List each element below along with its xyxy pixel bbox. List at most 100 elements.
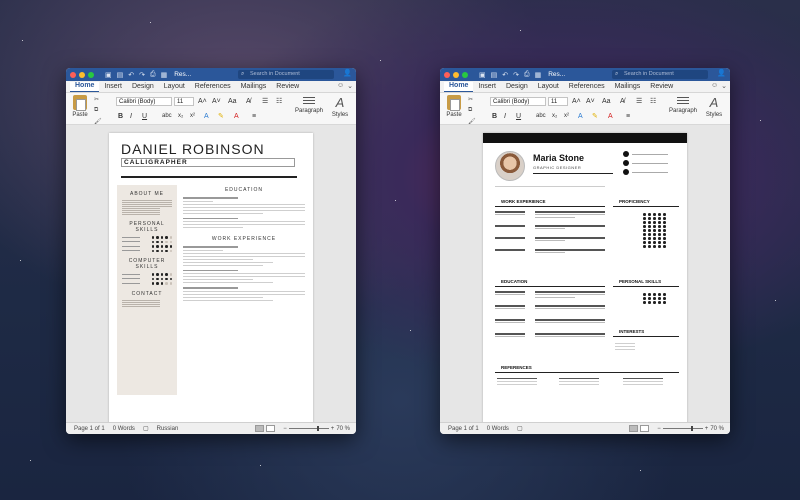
tab-home[interactable]: Home [444,82,474,92]
font-color-icon[interactable]: A [608,112,613,121]
tab-references[interactable]: References [564,83,610,92]
underline-button[interactable]: U [142,112,147,121]
resume-page[interactable]: DANIEL ROBINSON CALLIGRAPHER ABOUT ME PE… [109,133,313,433]
styles-button[interactable]: A Styles [702,96,726,118]
tab-insert[interactable]: Insert [473,83,501,92]
tab-design[interactable]: Design [501,83,533,92]
zoom-level[interactable]: 70 % [710,426,724,432]
copy-icon[interactable]: ⧉ [94,107,102,114]
chevron-down-icon[interactable]: ⌄ [347,82,353,90]
zoom-in-button[interactable]: + [331,426,335,432]
minimize-window-button[interactable] [79,71,85,78]
cut-icon[interactable]: ✂ [94,96,102,103]
paste-button[interactable]: Paste [444,95,464,118]
grow-font-icon[interactable]: A˄ [198,97,207,106]
zoom-window-button[interactable] [462,71,468,78]
italic-button[interactable]: I [504,112,506,121]
web-layout-button[interactable] [266,425,276,432]
smiley-icon[interactable]: ☺ [337,82,344,90]
document-canvas[interactable]: Maria Stone GRAPHIC DESIGNER WORK EXPERI… [440,125,730,433]
tab-home[interactable]: Home [70,82,100,92]
minimize-window-button[interactable] [453,71,459,78]
paragraph-button[interactable]: Paragraph [668,96,698,114]
tab-layout[interactable]: Layout [533,83,564,92]
chevron-down-icon[interactable]: ⌄ [721,82,727,90]
numbering-icon[interactable]: ☷ [276,97,282,106]
tab-mailings[interactable]: Mailings [236,83,272,92]
search-input[interactable]: ⌕ Search in Document [612,70,708,79]
italic-button[interactable]: I [130,112,132,121]
proofing-icon[interactable]: ▢ [517,425,523,432]
redo-icon[interactable]: ↷ [513,71,519,79]
resume-page[interactable]: Maria Stone GRAPHIC DESIGNER WORK EXPERI… [483,133,687,433]
tab-design[interactable]: Design [127,83,159,92]
superscript-button[interactable]: x² [564,112,569,121]
change-case-icon[interactable]: Aa [602,97,611,106]
zoom-slider[interactable] [662,426,703,431]
language-label[interactable]: Russian [157,426,179,432]
tab-references[interactable]: References [190,83,236,92]
tab-mailings[interactable]: Mailings [610,83,646,92]
font-name-select[interactable]: Calibri (Body) [490,97,546,106]
strikethrough-button[interactable]: abc [536,112,546,121]
proofing-icon[interactable]: ▢ [143,425,149,432]
subscript-button[interactable]: x₂ [552,112,557,121]
zoom-out-button[interactable]: − [283,426,287,432]
print-icon[interactable]: ⎙ [524,71,530,79]
shrink-font-icon[interactable]: A˅ [212,97,221,106]
format-painter-icon[interactable]: 🖌 [468,118,476,125]
tab-layout[interactable]: Layout [159,83,190,92]
search-input[interactable]: ⌕ Search in Document [238,70,334,79]
paragraph-button[interactable]: Paragraph [294,96,324,114]
zoom-level[interactable]: 70 % [336,426,350,432]
copy-icon[interactable]: ⧉ [468,107,476,114]
highlight-icon[interactable]: ✎ [592,112,598,121]
paste-button[interactable]: Paste [70,95,90,118]
clear-format-icon[interactable]: A̸ [620,97,625,106]
font-name-select[interactable]: Calibri (Body) [116,97,172,106]
sidebar-icon[interactable]: ▣ [479,71,486,79]
cut-icon[interactable]: ✂ [468,96,476,103]
bold-button[interactable]: B [492,112,497,121]
change-case-icon[interactable]: Aa [228,97,237,106]
styles-button[interactable]: A Styles [328,96,352,118]
tab-review[interactable]: Review [271,83,304,92]
undo-icon[interactable]: ↶ [128,71,134,79]
print-icon[interactable]: ⎙ [150,71,156,79]
redo-icon[interactable]: ↷ [139,71,145,79]
undo-icon[interactable]: ↶ [502,71,508,79]
tab-insert[interactable]: Insert [99,83,127,92]
document-canvas[interactable]: DANIEL ROBINSON CALLIGRAPHER ABOUT ME PE… [66,125,356,433]
text-effects-icon[interactable]: A [204,112,209,121]
tab-review[interactable]: Review [645,83,678,92]
close-window-button[interactable] [444,71,450,78]
shrink-font-icon[interactable]: A˅ [586,97,595,106]
print-layout-button[interactable] [255,425,265,432]
clear-format-icon[interactable]: A̸ [246,97,251,106]
text-effects-icon[interactable]: A [578,112,583,121]
save-icon[interactable]: ▤ [491,71,498,79]
subscript-button[interactable]: x₂ [178,112,183,121]
print-layout-button[interactable] [629,425,639,432]
zoom-window-button[interactable] [88,71,94,78]
bullets-icon[interactable]: ☰ [636,97,642,106]
share-icon[interactable]: 👤 [717,69,726,77]
strikethrough-button[interactable]: abc [162,112,172,121]
align-icon[interactable]: ≡ [626,112,630,121]
highlight-icon[interactable]: ✎ [218,112,224,121]
close-window-button[interactable] [70,71,76,78]
font-size-select[interactable]: 11 [548,97,568,106]
numbering-icon[interactable]: ☷ [650,97,656,106]
smiley-icon[interactable]: ☺ [711,82,718,90]
web-layout-button[interactable] [640,425,650,432]
grow-font-icon[interactable]: A˄ [572,97,581,106]
zoom-out-button[interactable]: − [657,426,661,432]
save-icon[interactable]: ▤ [117,71,124,79]
zoom-in-button[interactable]: + [705,426,709,432]
bullets-icon[interactable]: ☰ [262,97,268,106]
font-color-icon[interactable]: A [234,112,239,121]
superscript-button[interactable]: x² [190,112,195,121]
share-icon[interactable]: 👤 [343,69,352,77]
font-size-select[interactable]: 11 [174,97,194,106]
align-icon[interactable]: ≡ [252,112,256,121]
